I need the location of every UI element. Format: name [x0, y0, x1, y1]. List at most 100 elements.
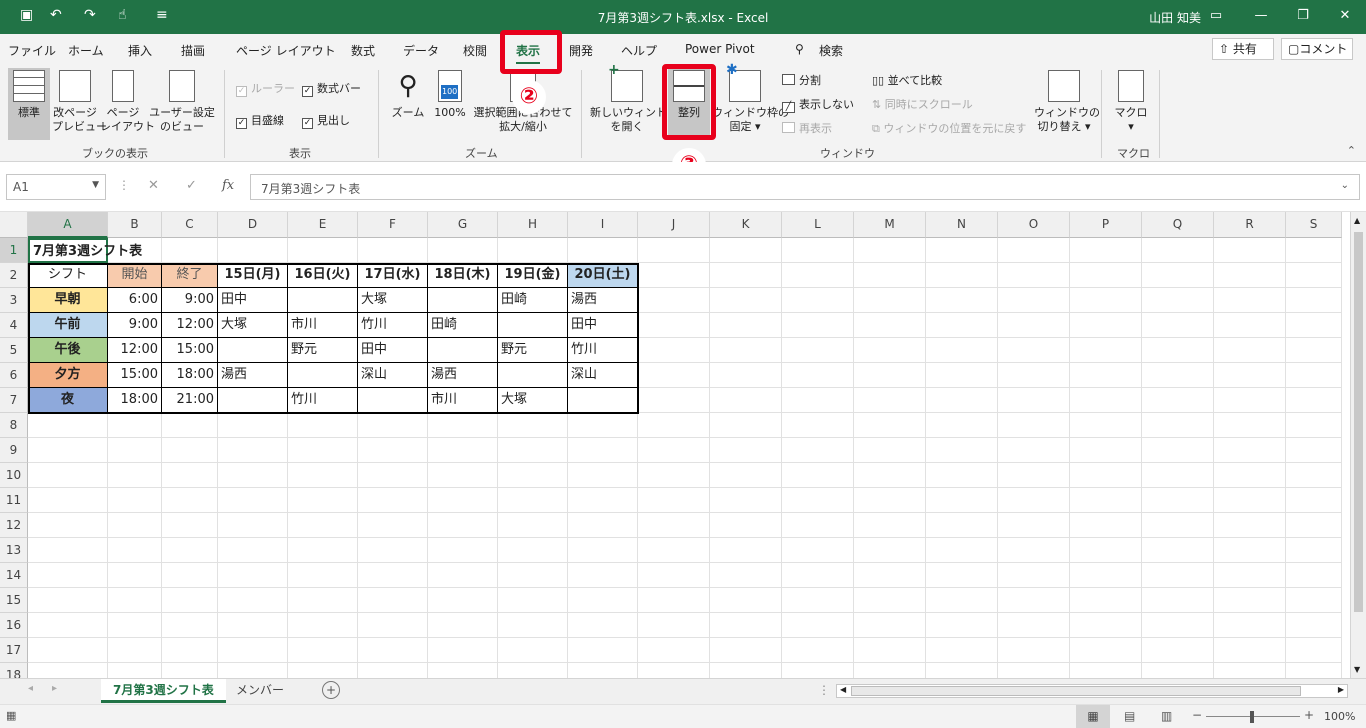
cell[interactable] — [28, 513, 108, 538]
row-header-4[interactable]: 4 — [0, 313, 28, 338]
cell[interactable] — [1070, 438, 1142, 463]
cell[interactable] — [710, 513, 782, 538]
assignment-cell[interactable] — [498, 313, 568, 338]
header-cell[interactable]: シフト — [28, 263, 108, 288]
cell[interactable] — [1286, 338, 1342, 363]
cell[interactable] — [854, 613, 926, 638]
tab-search[interactable]: 検索 — [819, 42, 843, 59]
zoom-in-icon[interactable]: + — [1304, 708, 1314, 722]
cell[interactable] — [854, 638, 926, 663]
cell[interactable] — [1142, 513, 1214, 538]
cell[interactable] — [926, 638, 998, 663]
column-header-a[interactable]: A — [28, 212, 108, 238]
column-header-d[interactable]: D — [218, 212, 288, 238]
cell[interactable] — [498, 513, 568, 538]
cell[interactable] — [162, 463, 218, 488]
name-box[interactable]: A1 ▼ — [6, 174, 106, 200]
cell[interactable] — [710, 563, 782, 588]
tab-data[interactable]: データ — [403, 42, 439, 59]
cell[interactable] — [358, 563, 428, 588]
cell[interactable] — [782, 488, 854, 513]
cell[interactable] — [568, 538, 638, 563]
page-layout-status-icon[interactable]: ▤ — [1124, 709, 1135, 723]
cell[interactable] — [1070, 338, 1142, 363]
cell[interactable] — [28, 463, 108, 488]
assignment-cell[interactable] — [288, 288, 358, 313]
cell[interactable] — [638, 613, 710, 638]
hide-button[interactable]: ╱ 表示しない — [782, 96, 854, 113]
cell[interactable] — [1214, 513, 1286, 538]
cell[interactable] — [782, 338, 854, 363]
cell[interactable] — [288, 238, 358, 263]
cell[interactable] — [1070, 488, 1142, 513]
custom-views-button[interactable]: ユーザー設定 のビュー — [148, 68, 216, 134]
unhide-button[interactable]: 再表示 — [782, 120, 832, 136]
column-header-m[interactable]: M — [854, 212, 926, 238]
sheet-tab-members[interactable]: メンバー — [224, 679, 296, 703]
cell[interactable] — [498, 488, 568, 513]
header-cell[interactable]: 終了 — [162, 263, 218, 288]
assignment-cell[interactable]: 大塚 — [218, 313, 288, 338]
header-cell[interactable]: 開始 — [108, 263, 162, 288]
cell[interactable] — [428, 488, 498, 513]
end-time-cell[interactable]: 9:00 — [162, 288, 218, 313]
cell[interactable] — [926, 238, 998, 263]
cell[interactable] — [782, 463, 854, 488]
row-header-1[interactable]: 1 — [0, 238, 28, 263]
cell[interactable] — [926, 288, 998, 313]
ribbon-display-icon[interactable]: ▭ — [1201, 5, 1231, 27]
cell[interactable] — [428, 413, 498, 438]
tab-developer[interactable]: 開発 — [569, 42, 593, 59]
shift-name-cell[interactable]: 早朝 — [28, 288, 108, 313]
cell[interactable] — [568, 663, 638, 678]
row-header-9[interactable]: 9 — [0, 438, 28, 463]
column-header-k[interactable]: K — [710, 212, 782, 238]
cell[interactable] — [428, 638, 498, 663]
cell[interactable] — [854, 288, 926, 313]
cell[interactable] — [162, 513, 218, 538]
cell[interactable] — [1142, 638, 1214, 663]
cell[interactable] — [28, 563, 108, 588]
cell[interactable] — [1214, 613, 1286, 638]
cell[interactable] — [1142, 438, 1214, 463]
cell[interactable] — [498, 413, 568, 438]
cell[interactable] — [638, 288, 710, 313]
cell[interactable] — [1214, 363, 1286, 388]
cell[interactable] — [1070, 263, 1142, 288]
cell[interactable] — [1214, 413, 1286, 438]
cell[interactable] — [1142, 663, 1214, 678]
assignment-cell[interactable]: 田中 — [568, 313, 638, 338]
cell[interactable] — [1142, 563, 1214, 588]
assignment-cell[interactable]: 市川 — [288, 313, 358, 338]
cell[interactable] — [1070, 313, 1142, 338]
cell[interactable] — [854, 588, 926, 613]
cell[interactable] — [854, 363, 926, 388]
cell[interactable] — [218, 638, 288, 663]
cell[interactable] — [638, 363, 710, 388]
cell[interactable] — [1286, 663, 1342, 678]
vertical-scrollbar[interactable]: ▲ ▼ — [1350, 212, 1366, 678]
cell[interactable] — [1214, 388, 1286, 413]
cell[interactable] — [1142, 238, 1214, 263]
assignment-cell[interactable]: 田中 — [218, 288, 288, 313]
cell[interactable] — [1214, 238, 1286, 263]
cell[interactable] — [782, 413, 854, 438]
cell[interactable] — [926, 538, 998, 563]
shift-name-cell[interactable]: 夜 — [28, 388, 108, 413]
cell[interactable] — [358, 663, 428, 678]
cell[interactable] — [1286, 538, 1342, 563]
cell[interactable] — [638, 388, 710, 413]
start-time-cell[interactable]: 12:00 — [108, 338, 162, 363]
row-header-17[interactable]: 17 — [0, 638, 28, 663]
assignment-cell[interactable] — [218, 388, 288, 413]
end-time-cell[interactable]: 21:00 — [162, 388, 218, 413]
header-cell[interactable]: 19日(金) — [498, 263, 568, 288]
tab-file[interactable]: ファイル — [8, 42, 56, 59]
column-header-n[interactable]: N — [926, 212, 998, 238]
cell[interactable] — [568, 438, 638, 463]
cell[interactable] — [218, 413, 288, 438]
cell[interactable] — [568, 413, 638, 438]
cell[interactable] — [638, 338, 710, 363]
cell[interactable] — [1142, 538, 1214, 563]
cell[interactable] — [782, 613, 854, 638]
